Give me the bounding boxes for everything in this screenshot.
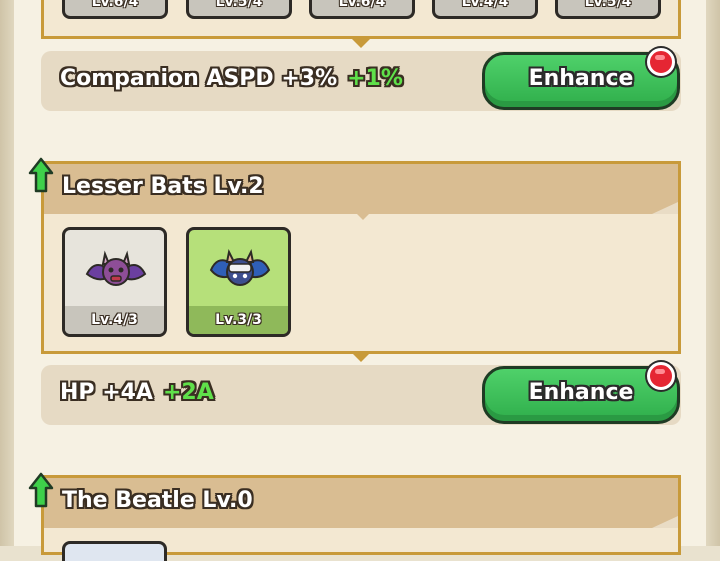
purple-bat-icon [85,250,147,286]
card-level: Lv.3/3 [189,306,288,334]
right-frame [706,0,720,546]
companion-card-purple-bat[interactable]: Lv.4/3 [62,227,167,337]
stat-text: HP +4A +2A [60,380,214,405]
card-level: Lv.4/3 [65,306,164,334]
group-pointer [352,353,370,362]
group-header: Lesser Bats Lv.2 [44,164,678,214]
card-level: Lv.5/4 [215,0,263,10]
header-corner [652,202,678,214]
companion-card[interactable]: Lv.6/4 [62,0,168,19]
header-corner [652,516,678,528]
companion-card-blue-bat[interactable]: Lv.3/3 [186,227,291,337]
group-title: The Beatle Lv.0 [62,488,253,513]
group-title: Lesser Bats Lv.2 [62,174,264,199]
stat-bonus: +2A [162,380,214,405]
group-the-beatle: The Beatle Lv.0 [41,475,681,561]
companion-card-partial[interactable] [62,541,167,561]
blue-bat-icon [209,248,271,286]
companion-card[interactable]: Lv.5/4 [555,0,661,19]
previous-group: Lv.6/4 Lv.5/4 Lv.6/4 Lv.4/4 Lv.5/4 [41,0,681,39]
upgrade-arrow-icon [28,157,54,193]
companion-card[interactable]: Lv.5/4 [186,0,292,19]
companion-card[interactable]: Lv.6/4 [309,0,415,19]
group-pointer [352,39,370,48]
stat-label: Companion ASPD +3% [60,66,338,91]
notification-dot [647,362,675,390]
notification-dot [647,48,675,76]
card-level: Lv.5/4 [584,0,632,10]
stat-label: HP +4A [60,380,153,405]
header-pointer [357,214,369,220]
group-header: The Beatle Lv.0 [44,478,678,528]
companion-card[interactable]: Lv.4/4 [432,0,538,19]
left-frame [0,0,14,546]
group-lesser-bats: Lesser Bats Lv.2 Lv.4/3 Lv.3/3 [41,161,681,354]
card-level: Lv.6/4 [338,0,386,10]
upgrade-arrow-icon [28,472,54,508]
stat-bonus: +1% [347,66,403,91]
card-level: Lv.6/4 [91,0,139,10]
card-level: Lv.4/4 [461,0,509,10]
stat-text: Companion ASPD +3% +1% [60,66,403,91]
